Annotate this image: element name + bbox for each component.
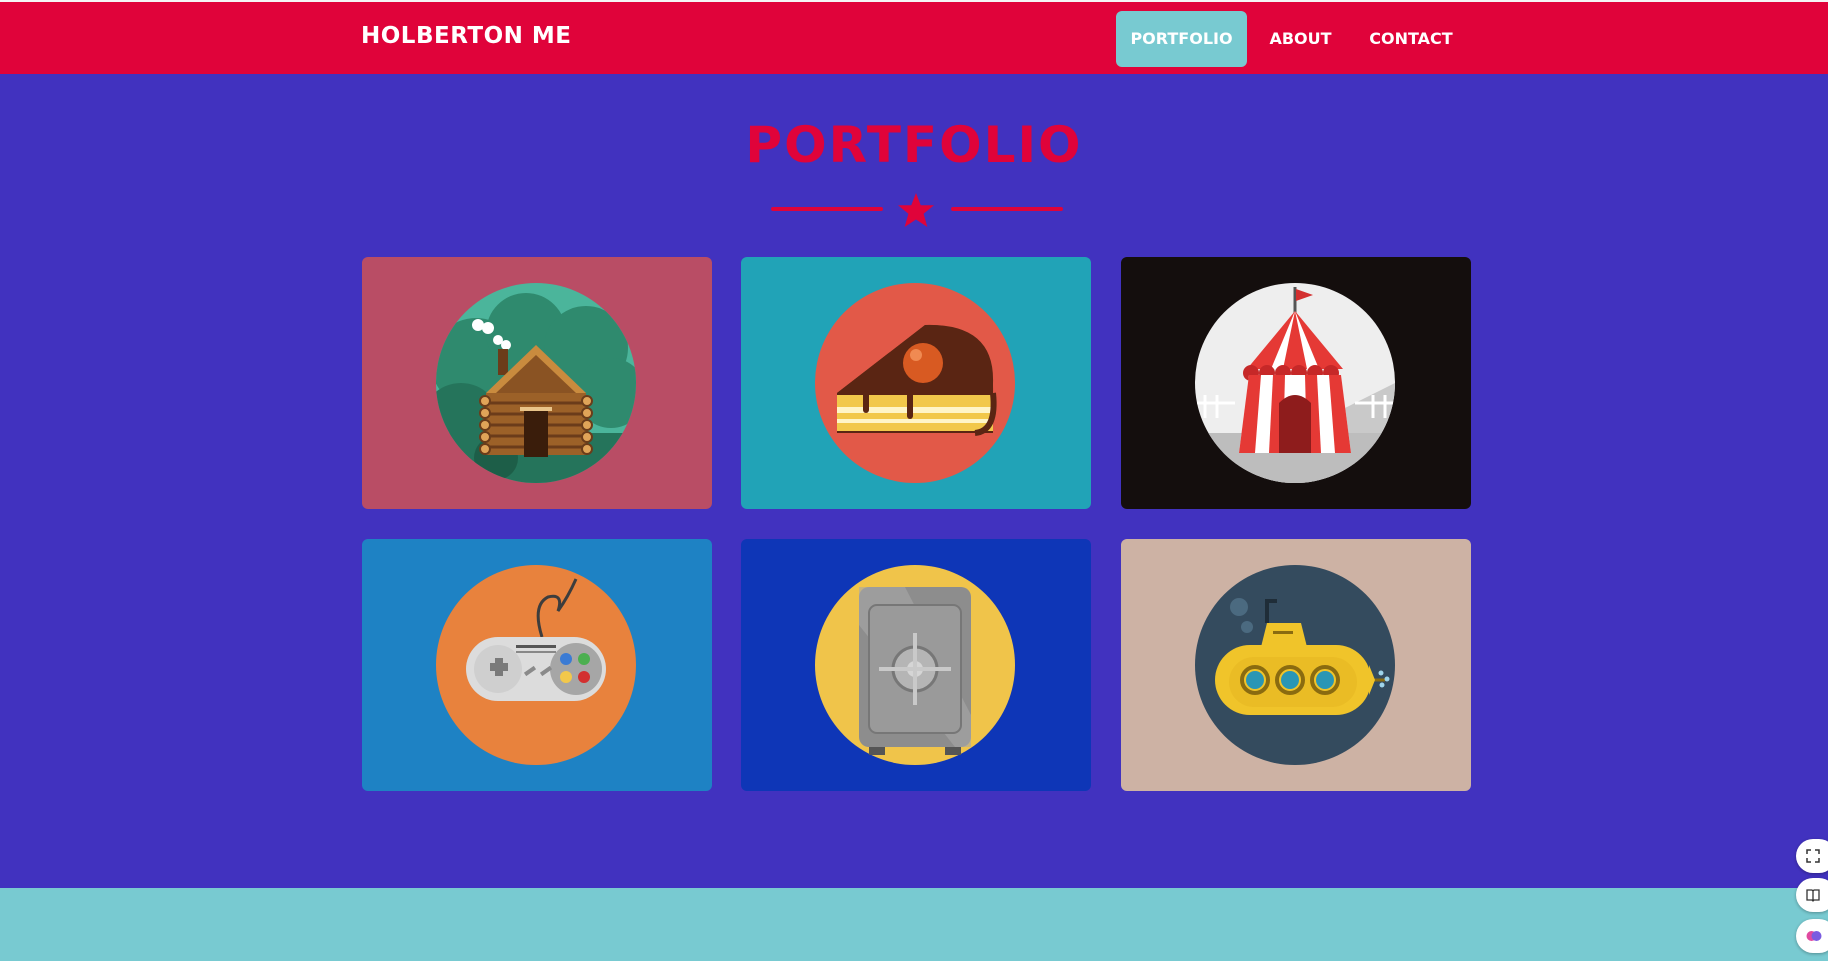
nav-link-portfolio[interactable]: PORTFOLIO xyxy=(1116,11,1247,67)
portfolio-card-controller[interactable] xyxy=(362,539,712,791)
circus-tent-icon xyxy=(1195,283,1395,483)
cake-slice-icon xyxy=(815,283,1015,483)
navbar: HOLBERTON ME PORTFOLIO ABOUT CONTACT xyxy=(0,0,1828,74)
portfolio-card-cake[interactable] xyxy=(741,257,1091,509)
portfolio-card-circus[interactable] xyxy=(1121,257,1471,509)
portfolio-card-safe[interactable] xyxy=(741,539,1091,791)
section-title: PORTFOLIO xyxy=(745,116,1083,174)
nav-link-about[interactable]: ABOUT xyxy=(1263,11,1338,67)
safe-icon xyxy=(815,565,1015,765)
portfolio-card-cabin[interactable] xyxy=(362,257,712,509)
footer xyxy=(0,888,1828,961)
nav-link-contact[interactable]: CONTACT xyxy=(1360,11,1462,67)
divider-line-left xyxy=(771,207,883,211)
log-cabin-icon xyxy=(436,283,636,483)
portfolio-card-submarine[interactable] xyxy=(1121,539,1471,791)
star-icon xyxy=(898,192,934,228)
brand-logo[interactable]: HOLBERTON ME xyxy=(361,23,571,49)
book-icon[interactable] xyxy=(1796,878,1828,912)
expand-icon[interactable] xyxy=(1796,839,1828,873)
divider-line-right xyxy=(951,207,1063,211)
submarine-icon xyxy=(1195,565,1395,765)
game-controller-icon xyxy=(436,565,636,765)
brain-icon[interactable] xyxy=(1796,919,1828,953)
